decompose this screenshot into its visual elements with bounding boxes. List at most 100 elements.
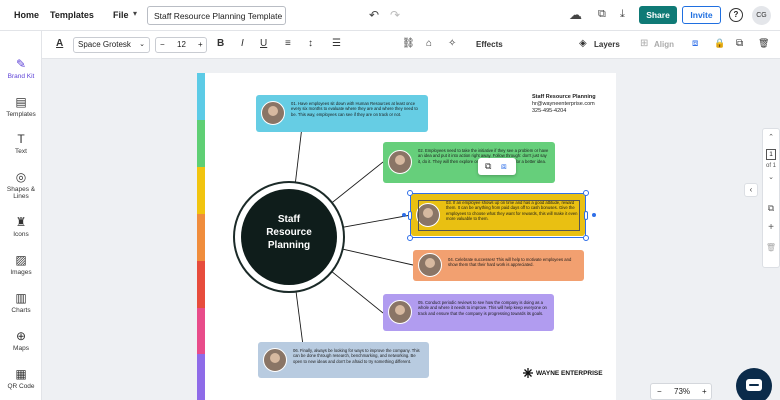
document-title-input[interactable]: Staff Resource Planning Template: [147, 6, 286, 25]
invite-button[interactable]: Invite: [682, 6, 721, 24]
sidebar-item-label: QR Code: [7, 383, 35, 390]
left-sidebar: ✎ Brand Kit ▤ Templates T Text ◎ Shapes …: [0, 31, 42, 400]
avatar[interactable]: CG: [752, 6, 771, 25]
step-card-text[interactable]: 05. Conduct periodic reviews to see how …: [418, 300, 548, 316]
redo-icon[interactable]: ↷: [390, 9, 400, 21]
delete-icon[interactable]: 🗑: [758, 38, 769, 49]
zoom-in-button[interactable]: +: [702, 387, 707, 396]
sidebar-item-label: Images: [10, 269, 32, 276]
sidebar-item-qr-code[interactable]: ▦ QR Code: [0, 367, 42, 390]
page-count: of 1: [765, 163, 776, 169]
sidebar-item-charts[interactable]: ▥ Charts: [0, 291, 42, 314]
step-card-text[interactable]: 06. Finally, always be looking for ways …: [293, 348, 423, 364]
resize-handle[interactable]: [408, 211, 412, 220]
add-page-icon[interactable]: +: [763, 222, 779, 233]
undo-icon[interactable]: ↶: [369, 9, 379, 21]
resize-handle[interactable]: [584, 211, 588, 220]
sidebar-item-brand-kit[interactable]: ✎ Brand Kit: [0, 57, 42, 80]
copy-page-icon[interactable]: ⧉: [763, 203, 779, 214]
home-link[interactable]: Home: [14, 10, 39, 20]
zoom-value[interactable]: 73%: [674, 387, 690, 396]
step-card-01[interactable]: 01. Have employees sit down with Human R…: [256, 95, 428, 132]
sidebar-item-label: Maps: [13, 345, 29, 352]
connector-point[interactable]: [402, 213, 406, 217]
collapse-panel-button[interactable]: ‹: [744, 183, 758, 197]
sidebar-item-label: Lines: [13, 193, 29, 200]
cloud-save-icon[interactable]: ☁: [569, 8, 582, 21]
employee-photo: [418, 253, 442, 277]
step-card-04[interactable]: 04. Celebrate successes! This will help …: [413, 250, 584, 281]
text-color-icon[interactable]: A: [56, 38, 63, 49]
align-objects-icon[interactable]: ⊞: [640, 38, 648, 49]
sidebar-item-images[interactable]: ▨ Images: [0, 253, 42, 276]
effects-button[interactable]: Effects: [476, 40, 503, 49]
employee-photo: [263, 348, 287, 372]
templates-link[interactable]: Templates: [50, 10, 94, 20]
templates-icon: ▤: [15, 95, 27, 109]
contact-phone: 325-495-4204: [532, 108, 567, 114]
step-card-02[interactable]: 02. Employees need to take the initiativ…: [383, 142, 555, 183]
chevron-down-icon[interactable]: ⌄: [763, 173, 779, 181]
hub-title-line: Resource: [266, 227, 312, 238]
download-icon[interactable]: ⤓: [620, 9, 625, 20]
help-icon[interactable]: ?: [729, 8, 743, 22]
link-icon[interactable]: ⛓: [402, 38, 415, 49]
sidebar-item-shapes-lines[interactable]: ◎ Shapes & Lines: [0, 170, 42, 200]
magic-icon[interactable]: ✧: [448, 38, 456, 49]
file-menu[interactable]: File: [113, 10, 129, 20]
hub-title-line: Staff: [277, 214, 301, 225]
duplicate-icon[interactable]: ⧉: [485, 161, 491, 172]
step-card-06[interactable]: 06. Finally, always be looking for ways …: [258, 342, 429, 378]
hub-title: Staff Resource Planning: [241, 213, 337, 252]
sidebar-item-text[interactable]: T Text: [0, 132, 42, 155]
connector-point[interactable]: [592, 213, 596, 217]
zoom-control: − 73% +: [650, 383, 712, 400]
layers-icon[interactable]: ◈: [579, 38, 587, 49]
charts-icon: ▥: [15, 291, 27, 305]
resize-handle[interactable]: [583, 190, 589, 196]
step-card-text[interactable]: 01. Have employees sit down with Human R…: [291, 101, 422, 117]
align-button[interactable]: Align: [654, 40, 674, 49]
file-chevron-icon[interactable]: ▾: [133, 10, 137, 18]
text-align-icon[interactable]: ≡: [285, 38, 291, 49]
chat-support-button[interactable]: [736, 368, 772, 400]
tag-icon[interactable]: ⌂: [426, 38, 432, 49]
bold-button[interactable]: B: [217, 38, 224, 49]
font-size-stepper[interactable]: − 12 +: [155, 37, 207, 53]
step-card-text[interactable]: 04. Celebrate successes! This will help …: [448, 257, 578, 268]
layers-button[interactable]: Layers: [594, 40, 620, 49]
sidebar-item-icons[interactable]: ♜ Icons: [0, 215, 42, 238]
sidebar-item-label: Templates: [6, 111, 36, 118]
employee-photo: [261, 101, 285, 125]
list-icon[interactable]: ☰: [332, 38, 341, 49]
zoom-out-button[interactable]: −: [657, 387, 662, 396]
line-spacing-icon[interactable]: ↕: [308, 38, 313, 49]
sidebar-item-templates[interactable]: ▤ Templates: [0, 95, 42, 118]
group-icon[interactable]: ⧈: [692, 38, 698, 49]
sidebar-item-maps[interactable]: ⊕ Maps: [0, 329, 42, 352]
group-icon[interactable]: ⧈: [501, 161, 507, 172]
page-number-input[interactable]: 1: [766, 149, 776, 160]
italic-button[interactable]: I: [241, 38, 244, 49]
resize-handle[interactable]: [407, 235, 413, 241]
page-navigator: ⌃ 1 of 1 ⌄ ⧉ + 🗑: [762, 128, 780, 268]
resize-handle[interactable]: [407, 190, 413, 196]
resize-handle[interactable]: [583, 235, 589, 241]
employee-photo: [388, 150, 412, 174]
increase-size-button[interactable]: +: [198, 40, 203, 49]
delete-page-icon[interactable]: 🗑: [763, 243, 779, 252]
hub-title-line: Planning: [267, 240, 311, 251]
copy-icon[interactable]: ⧉: [736, 38, 743, 49]
wayne-logo-icon: [523, 368, 533, 378]
sidebar-item-label: Icons: [13, 231, 29, 238]
lock-icon[interactable]: 🔒: [714, 38, 725, 49]
share-button[interactable]: Share: [639, 6, 677, 24]
font-family-select[interactable]: Space Grotesk ⌄: [73, 37, 150, 53]
font-size-value[interactable]: 12: [177, 40, 186, 49]
chevron-up-icon[interactable]: ⌃: [763, 133, 779, 141]
floating-toolbar: ⧉ ⧈: [478, 158, 516, 175]
underline-button[interactable]: U: [260, 38, 267, 49]
step-card-05[interactable]: 05. Conduct periodic reviews to see how …: [383, 294, 554, 331]
decrease-size-button[interactable]: −: [160, 40, 165, 49]
present-icon[interactable]: ⧉: [598, 9, 606, 20]
